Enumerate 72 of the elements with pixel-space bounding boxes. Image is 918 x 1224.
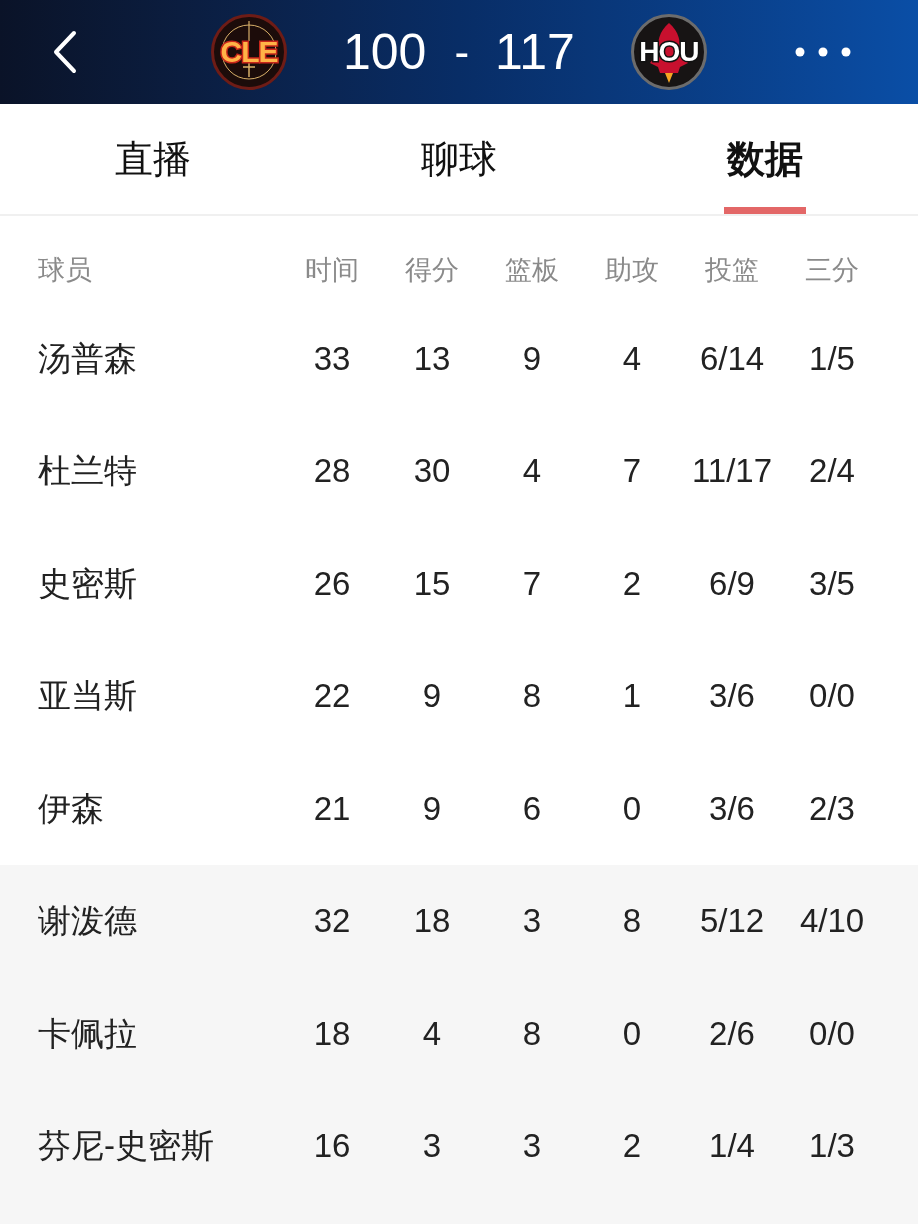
player-name: 汤普森 [37,341,137,375]
stat-cell: 8 [522,679,542,713]
stat-cell: 16 [313,1129,351,1163]
player-name: 谢泼德 [37,904,137,938]
team-abbreviation: CLE [220,37,278,67]
stat-cell: 3/6 [709,679,755,713]
stat-cell: 6/14 [699,341,765,375]
away-score: 117 [495,27,575,77]
back-icon [52,30,78,74]
player-name: 伊森 [37,791,104,825]
tab[interactable]: 聊球 [306,104,612,214]
stat-cell: 0 [622,1016,642,1050]
stat-cell: 4 [422,1016,442,1050]
stat-cell: 0 [622,791,642,825]
score-separator: - [454,30,470,74]
stat-cell: 9 [422,791,442,825]
player-name: 杜兰特 [37,454,137,488]
player-name: 史密斯 [37,566,137,600]
player-name: 亚当斯 [37,679,137,713]
column-header: 三分 [805,256,859,284]
stat-cell: 18 [313,1016,351,1050]
stat-cell: 9 [522,341,542,375]
column-header: 助攻 [605,256,659,284]
stat-cell: 9 [422,679,442,713]
stat-cell: 6 [522,791,542,825]
stat-cell: 3 [422,1129,442,1163]
stat-cell: 2 [622,566,642,600]
stat-cell: 3 [522,904,542,938]
stat-cell: 6/9 [709,566,755,600]
stat-cell: 7 [622,454,642,488]
stat-cell: 11/17 [691,454,773,488]
stat-cell: 0/0 [809,1016,855,1050]
tab[interactable]: 数据 [612,104,918,214]
column-header: 投篮 [705,256,759,284]
column-header: 球员 [37,256,92,284]
stat-cell: 1 [622,679,642,713]
stat-cell: 15 [413,566,451,600]
stat-cell: 2/3 [809,791,855,825]
stat-cell: 4 [522,454,542,488]
stat-cell: 3 [522,1129,542,1163]
home-score: 100 [343,27,427,77]
stat-cell: 4 [622,341,642,375]
stat-cell: 32 [313,904,351,938]
stat-cell: 1/5 [809,341,855,375]
stat-cell: 2/6 [709,1016,755,1050]
player-name: 卡佩拉 [37,1016,137,1050]
column-header: 篮板 [505,256,559,284]
stat-cell: 21 [313,791,351,825]
column-header: 得分 [405,256,459,284]
stat-cell: 33 [313,341,351,375]
stat-cell: 2 [622,1129,642,1163]
tab[interactable]: 直播 [0,104,306,214]
stat-cell: 2/4 [809,454,855,488]
stat-cell: 30 [413,454,451,488]
stat-cell: 28 [313,454,351,488]
more-icon [794,47,851,57]
stat-cell: 22 [313,679,351,713]
stat-cell: 13 [413,341,451,375]
stat-cell: 3/5 [809,566,855,600]
stat-cell: 3/6 [709,791,755,825]
stat-cell: 1/4 [709,1129,755,1163]
stat-cell: 0/0 [809,679,855,713]
stat-cell: 26 [313,566,351,600]
stat-cell: 8 [522,1016,542,1050]
stat-cell: 7 [522,566,542,600]
stat-cell: 4/10 [799,904,865,938]
stat-cell: 18 [413,904,451,938]
stat-cell: 1/3 [809,1129,855,1163]
player-name: 芬尼-史密斯 [37,1129,214,1163]
stat-cell: 8 [622,904,642,938]
stat-cell: 5/12 [699,904,765,938]
column-header: 时间 [305,256,359,284]
